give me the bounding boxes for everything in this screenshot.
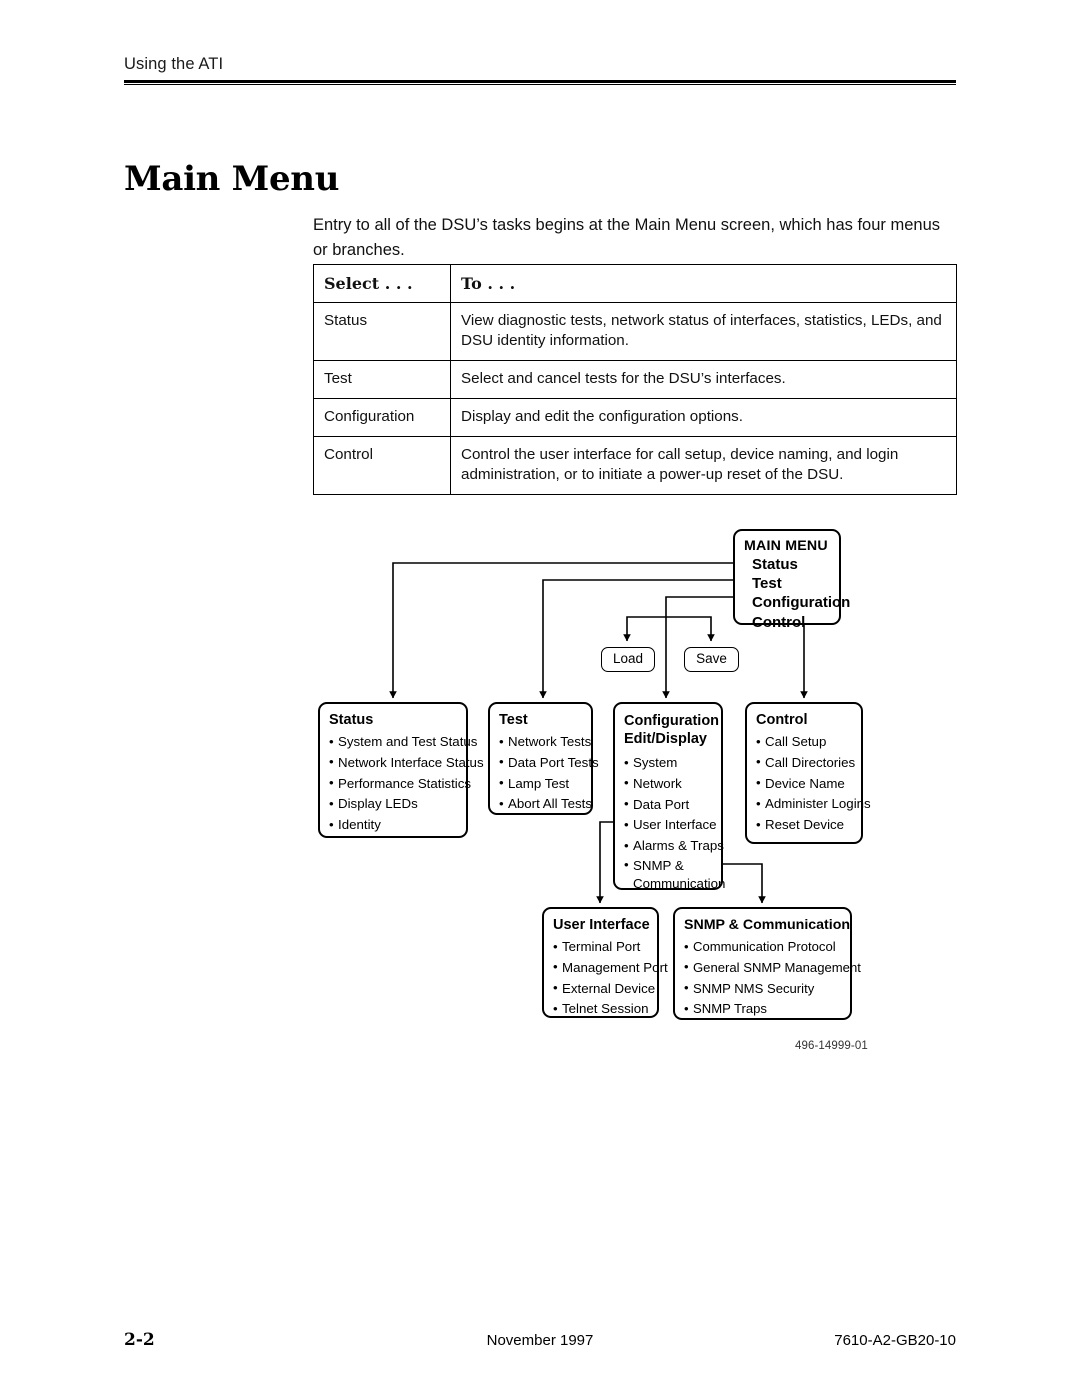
intro-paragraph: Entry to all of the DSU’s tasks begins a…	[313, 215, 940, 259]
list-item[interactable]: Data Port Tests	[499, 752, 599, 774]
diagram-box-control[interactable]: Control Call Setup Call Directories Devi…	[745, 702, 871, 844]
list-item[interactable]: Identity	[329, 815, 466, 836]
figure-id-label: 496-14999-01	[795, 1040, 868, 1052]
header-rule-thin	[124, 84, 956, 85]
cell-select: Status	[313, 302, 451, 361]
list-item[interactable]: System and Test Status	[329, 732, 477, 753]
table-header-row: Select . . . To . . .	[313, 264, 957, 303]
cell-to: Display and edit the configuration optio…	[450, 398, 957, 437]
list-item[interactable]: Data Port	[624, 794, 721, 816]
list-item[interactable]: Network Tests	[499, 732, 591, 753]
list-item[interactable]: Network Interface Status	[329, 752, 484, 774]
cell-to: Select and cancel tests for the DSU’s in…	[450, 360, 957, 399]
snmp-communication-box-list: Communication Protocol General SNMP Mana…	[684, 937, 861, 1020]
list-item[interactable]: Communication Protocol	[684, 937, 850, 958]
list-item[interactable]: SNMP Traps	[684, 999, 850, 1020]
select-to-table: Select . . . To . . . Status View diagno…	[313, 264, 957, 495]
user-interface-box-list: Terminal Port Management Port External D…	[553, 937, 668, 1020]
list-item[interactable]: Call Directories	[756, 752, 861, 774]
menu-tree-connectors	[389, 562, 808, 904]
list-item[interactable]: System	[624, 753, 721, 774]
test-box-title: Test	[499, 712, 528, 728]
cell-select: Control	[313, 436, 451, 495]
main-menu-title: MAIN MENU	[744, 538, 828, 554]
main-menu-item-configuration[interactable]: Configuration	[744, 593, 850, 612]
configuration-box-title-line1: Configuration	[624, 713, 720, 729]
control-box-title: Control	[756, 712, 808, 728]
connector-save	[666, 616, 715, 642]
page-footer: 2-2 November 1997 7610-A2-GB20-10	[124, 1330, 956, 1354]
list-item[interactable]: Administer Logins	[756, 794, 871, 815]
test-box-list: Network Tests Data Port Tests Lamp Test …	[499, 732, 599, 815]
configuration-box-list: System Network Data Port User Interface …	[624, 753, 725, 894]
list-item[interactable]: Telnet Session	[553, 999, 657, 1020]
cell-select: Configuration	[313, 398, 451, 437]
main-menu-list: Status Test Configuration Control	[744, 555, 850, 632]
list-item[interactable]: Call Setup	[756, 732, 861, 753]
diagram-pill-load[interactable]: Load	[601, 647, 655, 672]
list-item[interactable]: Device Name	[756, 773, 861, 795]
page-title: Main Menu	[124, 158, 340, 199]
user-interface-box-title: User Interface	[553, 917, 650, 933]
column-header-select: Select . . .	[313, 264, 451, 303]
list-item[interactable]: User Interface	[624, 815, 721, 836]
running-head-text: Using the ATI	[124, 55, 224, 73]
cell-to: View diagnostic tests, network status of…	[450, 302, 957, 361]
footer-date: November 1997	[486, 1332, 594, 1349]
diagram-box-user-interface[interactable]: User Interface Terminal Port Management …	[542, 907, 668, 1020]
table-row: Test Select and cancel tests for the DSU…	[313, 360, 957, 399]
cell-select: Test	[313, 360, 451, 399]
list-item[interactable]: External Device	[553, 978, 657, 1000]
status-box-list: System and Test Status Network Interface…	[329, 732, 484, 836]
list-item[interactable]: Network	[624, 773, 721, 795]
diagram-box-test[interactable]: Test Network Tests Data Port Tests Lamp …	[488, 702, 599, 815]
table-row: Control Control the user interface for c…	[313, 436, 957, 495]
header-rule-thick	[124, 80, 956, 83]
table-row: Configuration Display and edit the confi…	[313, 398, 957, 437]
status-box-title: Status	[329, 712, 374, 728]
list-item[interactable]: Terminal Port	[553, 937, 657, 958]
main-menu-item-test[interactable]: Test	[744, 574, 839, 593]
list-item[interactable]: Reset Device	[756, 815, 861, 836]
cell-to: Control the user interface for call setu…	[450, 436, 957, 495]
connector-status	[389, 562, 733, 699]
snmp-communication-box-title: SNMP & Communication	[684, 917, 851, 933]
diagram-box-status[interactable]: Status System and Test Status Network In…	[318, 702, 484, 838]
list-item[interactable]: Display LEDs	[329, 794, 466, 815]
table-row: Status View diagnostic tests, network st…	[313, 302, 957, 361]
configuration-box-title-line2: Edit/Display	[624, 731, 707, 747]
column-header-to: To . . .	[450, 264, 957, 303]
list-item[interactable]: Abort All Tests	[499, 794, 592, 815]
list-item[interactable]: SNMP & Communication	[624, 856, 725, 894]
connector-test	[539, 579, 733, 699]
list-item[interactable]: Alarms & Traps	[624, 836, 724, 857]
diagram-box-snmp-communication[interactable]: SNMP & Communication Communication Proto…	[673, 907, 861, 1020]
main-menu-item-status[interactable]: Status	[744, 555, 839, 574]
footer-doc-number: 7610-A2-GB20-10	[834, 1332, 956, 1349]
list-item[interactable]: Lamp Test	[499, 773, 591, 795]
control-box-list: Call Setup Call Directories Device Name …	[756, 732, 871, 836]
connector-user-interface	[596, 821, 613, 904]
list-item[interactable]: Management Port	[553, 957, 668, 979]
diagram-box-main-menu[interactable]: MAIN MENU Status Test Configuration Cont…	[733, 529, 850, 631]
running-header: Using the ATI	[124, 55, 956, 85]
main-menu-item-control[interactable]: Control	[744, 613, 839, 632]
list-item[interactable]: SNMP NMS Security	[684, 978, 850, 1000]
list-item[interactable]: Performance Statistics	[329, 773, 471, 795]
diagram-pill-save[interactable]: Save	[684, 647, 739, 672]
connector-load	[623, 616, 666, 642]
list-item[interactable]: General SNMP Management	[684, 957, 861, 979]
diagram-box-configuration[interactable]: Configuration Edit/Display System Networ…	[613, 702, 725, 891]
